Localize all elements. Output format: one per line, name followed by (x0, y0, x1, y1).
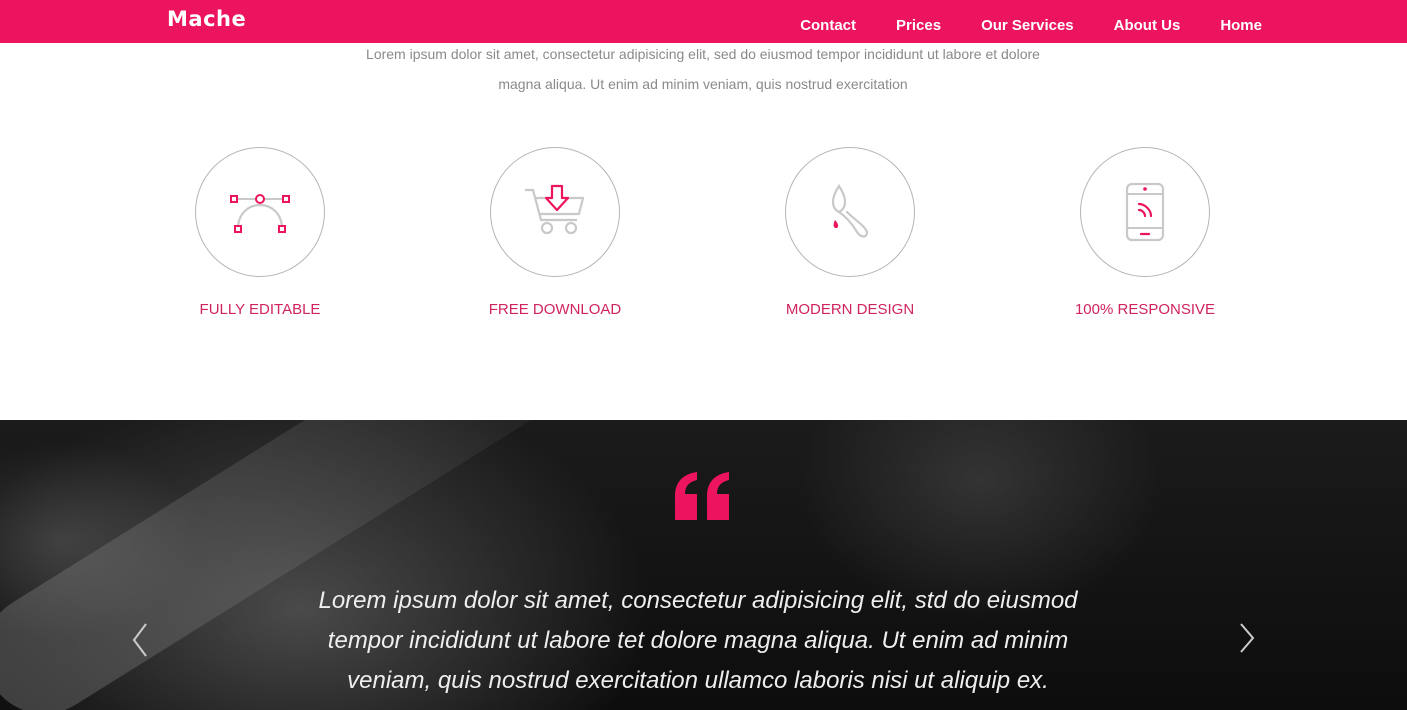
feature-fully-editable: FULLY EDITABLE (150, 147, 370, 320)
brand-logo[interactable]: Mache (167, 5, 246, 33)
feature-responsive: 100% RESPONSIVE (1035, 147, 1255, 320)
header-navbar: Mache Contact Prices Our Services About … (0, 0, 1407, 43)
quote-icon (675, 472, 729, 520)
intro-text: Lorem ipsum dolor sit amet, consectetur … (366, 46, 1040, 92)
nav-item-about-us[interactable]: About Us (1114, 16, 1181, 36)
testimonial-quote: Lorem ipsum dolor sit amet, consectetur … (318, 587, 1078, 694)
nav-item-contact[interactable]: Contact (800, 16, 856, 36)
feature-label: FULLY EDITABLE (199, 301, 321, 318)
chevron-right-icon[interactable] (1237, 622, 1257, 654)
cart-download-icon (525, 184, 585, 235)
feature-label: FREE DOWNLOAD (488, 301, 622, 318)
feature-label: 100% RESPONSIVE (1074, 301, 1216, 318)
mobile-phone-icon (1125, 182, 1165, 242)
feature-icon-circle (490, 147, 620, 277)
testimonial-section: Lorem ipsum dolor sit amet, consectetur … (0, 420, 1407, 710)
feature-modern-design: MODERN DESIGN (740, 147, 960, 320)
nav-item-home[interactable]: Home (1220, 16, 1262, 36)
feature-icon-circle (785, 147, 915, 277)
feature-free-download: FREE DOWNLOAD (445, 147, 665, 320)
features-section: FULLY EDITABLE FREE DOWNLOAD MODERN DESI… (0, 147, 1407, 327)
nav-item-our-services[interactable]: Our Services (981, 16, 1074, 36)
nav-item-prices[interactable]: Prices (896, 16, 941, 36)
feature-icon-circle (195, 147, 325, 277)
main-nav: Contact Prices Our Services About Us Hom… (800, 16, 1262, 36)
feature-icon-circle (1080, 147, 1210, 277)
chevron-left-icon[interactable] (130, 622, 150, 658)
paint-brush-icon (831, 184, 869, 238)
bezier-curve-icon (230, 194, 290, 233)
feature-label: MODERN DESIGN (785, 301, 915, 318)
